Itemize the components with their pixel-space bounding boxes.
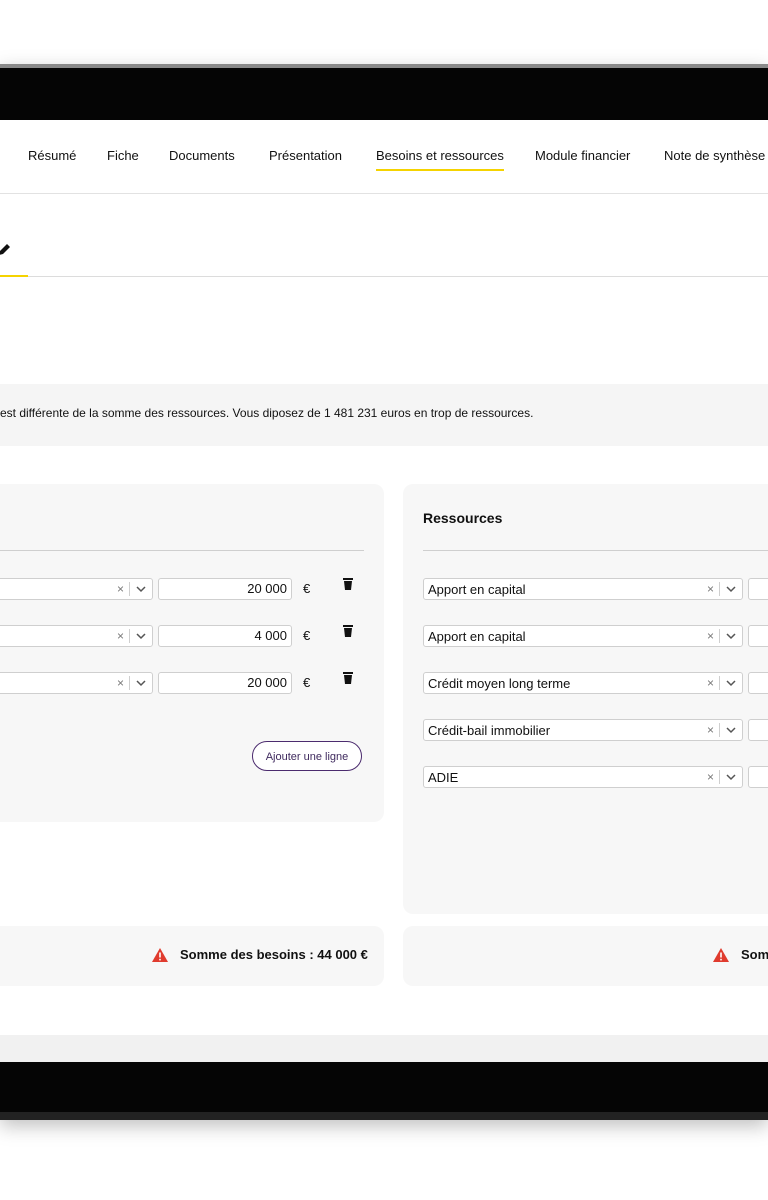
- select-divider: [719, 582, 720, 596]
- select-divider: [129, 676, 130, 690]
- close-icon[interactable]: ×: [707, 629, 714, 643]
- close-icon[interactable]: ×: [117, 676, 124, 690]
- needs-row-1-select[interactable]: ×: [0, 578, 153, 600]
- tab-bar: Résumé Fiche Documents Présentation Beso…: [0, 120, 768, 194]
- chevron-down-icon[interactable]: [725, 771, 737, 783]
- resource-row-1-label: Apport en capital: [428, 582, 526, 597]
- warning-icon: [713, 948, 729, 962]
- resources-sum-text: Som: [741, 947, 768, 962]
- trash-icon[interactable]: [342, 577, 354, 590]
- footer-band: [0, 1035, 768, 1062]
- resource-row-2-amount[interactable]: [748, 625, 768, 647]
- chevron-down-icon[interactable]: [725, 677, 737, 689]
- warning-icon: [152, 948, 168, 962]
- close-icon[interactable]: ×: [707, 582, 714, 596]
- app-screen: Résumé Fiche Documents Présentation Beso…: [0, 120, 768, 1062]
- close-icon[interactable]: ×: [707, 676, 714, 690]
- trash-icon[interactable]: [342, 624, 354, 637]
- tab-documents[interactable]: Documents: [169, 148, 235, 163]
- needs-row-1-amount[interactable]: 20 000: [158, 578, 292, 600]
- needs-row-2-select[interactable]: ×: [0, 625, 153, 647]
- close-icon[interactable]: ×: [117, 629, 124, 643]
- resource-row-3-label: Crédit moyen long terme: [428, 676, 571, 691]
- needs-row-3-currency: €: [303, 675, 311, 690]
- resource-row-5-select[interactable]: ADIE ×: [423, 766, 743, 788]
- chevron-down-icon[interactable]: [135, 583, 147, 595]
- select-divider: [719, 629, 720, 643]
- resource-row-4-label: Crédit-bail immobilier: [428, 723, 551, 738]
- resources-title: Ressources: [423, 510, 503, 526]
- resource-row-2-select[interactable]: Apport en capital ×: [423, 625, 743, 647]
- needs-row-2-currency: €: [303, 628, 311, 643]
- needs-row-3-select[interactable]: ×: [0, 672, 153, 694]
- resource-row-4-amount[interactable]: [748, 719, 768, 741]
- needs-sum-text: Somme des besoins : 44 000 €: [180, 947, 368, 962]
- tab-fiche[interactable]: Fiche: [107, 148, 139, 163]
- needs-sum-bar: Somme des besoins : 44 000 €: [0, 926, 384, 986]
- resource-row-4-select[interactable]: Crédit-bail immobilier ×: [423, 719, 743, 741]
- pencil-icon[interactable]: [0, 242, 12, 256]
- tab-presentation[interactable]: Présentation: [269, 148, 342, 163]
- resources-panel: Ressources Apport en capital × Apport en…: [403, 484, 768, 914]
- chevron-down-icon[interactable]: [725, 724, 737, 736]
- chevron-down-icon[interactable]: [725, 630, 737, 642]
- chevron-down-icon[interactable]: [135, 677, 147, 689]
- close-icon[interactable]: ×: [707, 723, 714, 737]
- resource-row-5-amount[interactable]: [748, 766, 768, 788]
- resource-row-3-amount[interactable]: [748, 672, 768, 694]
- title-underline: [0, 275, 28, 277]
- resource-row-1-select[interactable]: Apport en capital ×: [423, 578, 743, 600]
- chevron-down-icon[interactable]: [135, 630, 147, 642]
- title-row: [0, 238, 768, 277]
- resources-sum-bar: Som: [403, 926, 768, 986]
- tab-besoins-et-ressources[interactable]: Besoins et ressources: [376, 148, 504, 171]
- notice-text: est différente de la somme des ressource…: [0, 406, 534, 420]
- select-divider: [129, 629, 130, 643]
- resource-row-3-select[interactable]: Crédit moyen long terme ×: [423, 672, 743, 694]
- add-line-button[interactable]: Ajouter une ligne: [252, 741, 362, 771]
- notice-banner: est différente de la somme des ressource…: [0, 384, 768, 446]
- tab-resume[interactable]: Résumé: [28, 148, 76, 163]
- device-bezel-top: [0, 68, 768, 120]
- select-divider: [719, 676, 720, 690]
- needs-separator: [0, 550, 364, 551]
- device-bezel-bottom: [0, 1062, 768, 1112]
- needs-panel: × 20 000 € × 4 000 € × 20 000 € Ajouter …: [0, 484, 384, 822]
- select-divider: [129, 582, 130, 596]
- select-divider: [719, 723, 720, 737]
- trash-icon[interactable]: [342, 671, 354, 684]
- chevron-down-icon[interactable]: [725, 583, 737, 595]
- needs-row-2-amount[interactable]: 4 000: [158, 625, 292, 647]
- resource-row-2-label: Apport en capital: [428, 629, 526, 644]
- needs-row-1-currency: €: [303, 581, 311, 596]
- tab-note-de-synthese[interactable]: Note de synthèse: [664, 148, 765, 163]
- close-icon[interactable]: ×: [707, 770, 714, 784]
- tab-module-financier[interactable]: Module financier: [535, 148, 630, 163]
- resource-row-1-amount[interactable]: [748, 578, 768, 600]
- resources-separator: [423, 550, 768, 551]
- close-icon[interactable]: ×: [117, 582, 124, 596]
- resource-row-5-label: ADIE: [428, 770, 459, 785]
- select-divider: [719, 770, 720, 784]
- needs-row-3-amount[interactable]: 20 000: [158, 672, 292, 694]
